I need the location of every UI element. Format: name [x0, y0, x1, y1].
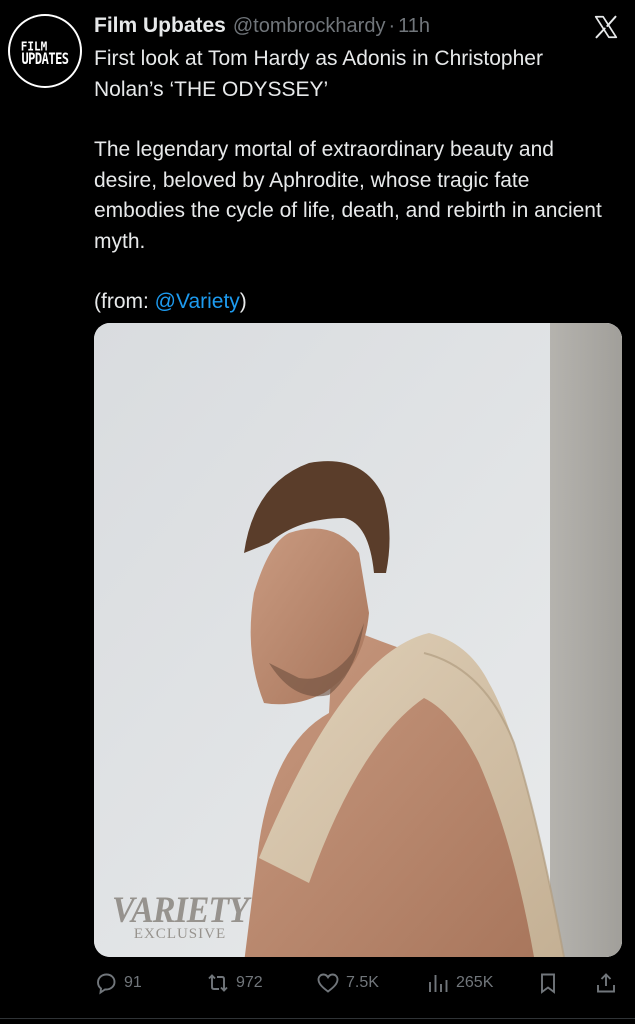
- reply-button[interactable]: 91: [94, 966, 142, 1000]
- like-count: 7.5K: [346, 974, 379, 991]
- like-button[interactable]: 7.5K: [316, 966, 379, 1000]
- views-count: 265K: [456, 974, 494, 991]
- photo-illustration: [94, 323, 622, 957]
- mention-link[interactable]: @Variety: [155, 290, 240, 313]
- user-handle[interactable]: @tombrockhardy: [233, 15, 386, 38]
- action-bar: 91 972 7.5K 265K: [94, 966, 624, 1000]
- separator-dot: ·: [388, 15, 396, 37]
- repost-button[interactable]: 972: [206, 966, 263, 1000]
- avatar-text-line2: UPDATES: [21, 49, 69, 69]
- display-name[interactable]: Film Upbates: [94, 14, 226, 38]
- headline-line-1: First look at Tom Hardy as Adonis in Chr…: [94, 47, 543, 70]
- variety-watermark: VARIETY EXCLUSIVE: [112, 890, 249, 943]
- post-source: (from: @Variety): [94, 287, 614, 318]
- watermark-logo: VARIETY: [112, 890, 249, 931]
- views-button[interactable]: 265K: [426, 966, 493, 1000]
- source-suffix: ): [239, 290, 247, 313]
- post-description: The legendary mortal of extraordinary be…: [94, 138, 602, 253]
- avatar[interactable]: FILM UPDATES: [8, 14, 82, 88]
- post: FILM UPDATES Film Upbates @tombrockhardy…: [0, 0, 635, 1024]
- headline-line-2: Nolan’s ‘THE ODYSSEY’: [94, 77, 329, 101]
- reply-count: 91: [124, 974, 142, 991]
- repost-count: 972: [236, 974, 263, 991]
- views-icon: [429, 975, 448, 992]
- avatar-logo: FILM UPDATES: [10, 16, 80, 86]
- post-image[interactable]: VARIETY EXCLUSIVE: [94, 323, 622, 957]
- source-prefix: (from:: [94, 290, 155, 313]
- share-button[interactable]: [594, 966, 618, 1000]
- bookmark-icon: [541, 973, 555, 994]
- bookmark-button[interactable]: [536, 966, 560, 1000]
- heart-icon: [317, 973, 339, 993]
- reply-icon: [97, 973, 116, 995]
- repost-icon: [208, 974, 228, 992]
- post-text: First look at Tom Hardy as Adonis in Chr…: [94, 44, 614, 318]
- x-logo-icon[interactable]: [593, 14, 619, 40]
- divider: [0, 1018, 635, 1019]
- share-icon: [597, 973, 615, 993]
- timestamp[interactable]: 11h: [398, 15, 430, 38]
- post-headline: First look at Tom Hardy as Adonis in Chr…: [94, 44, 614, 105]
- post-header: Film Upbates @tombrockhardy · 11h: [94, 14, 430, 40]
